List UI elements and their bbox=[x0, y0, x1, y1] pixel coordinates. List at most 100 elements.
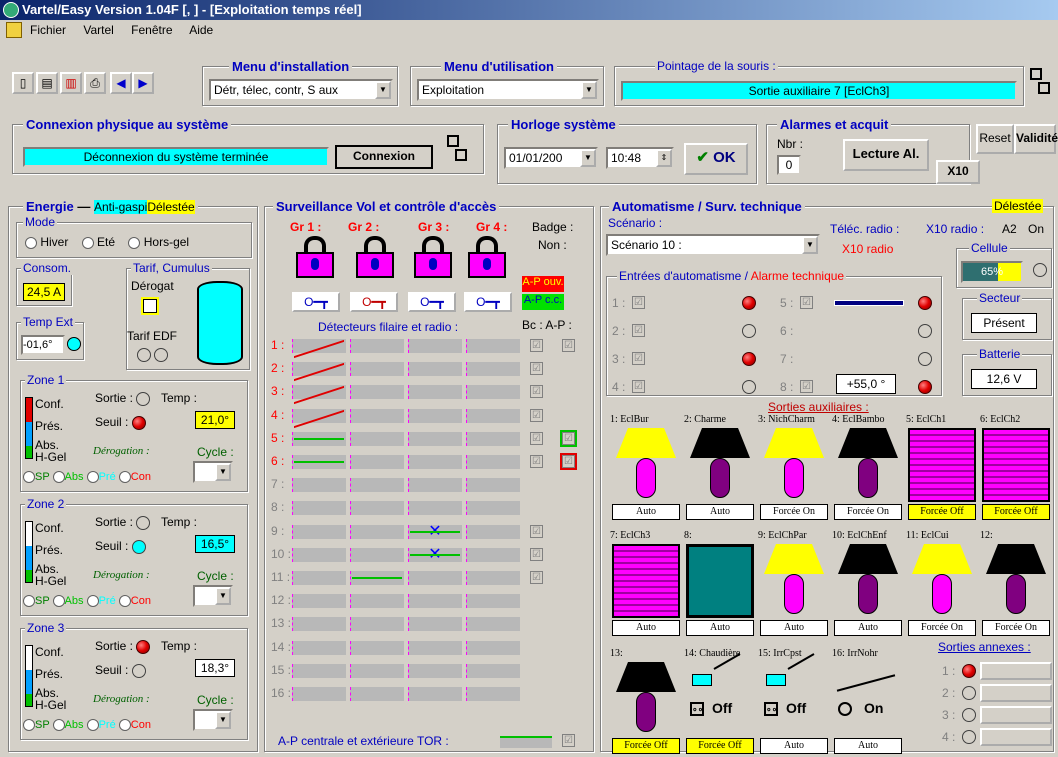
lamp-icon[interactable] bbox=[764, 428, 824, 500]
read-alarms-button[interactable]: Lecture Al. bbox=[843, 139, 929, 171]
output-state-button[interactable]: Forcée Off bbox=[612, 738, 680, 754]
output-state-button[interactable]: Forcée On bbox=[908, 620, 976, 636]
detector-cell[interactable] bbox=[350, 687, 404, 701]
detector-cell[interactable] bbox=[292, 525, 346, 539]
output-state-button[interactable]: Forcée Off bbox=[686, 738, 754, 754]
con-radio[interactable] bbox=[118, 719, 131, 732]
detector-cell[interactable] bbox=[350, 432, 404, 446]
detector-cell[interactable] bbox=[292, 617, 346, 631]
annex-button[interactable] bbox=[980, 662, 1052, 680]
detector-cell[interactable] bbox=[350, 548, 404, 562]
lamp-icon[interactable] bbox=[838, 428, 898, 500]
window-icon[interactable] bbox=[686, 544, 754, 618]
lamp-icon[interactable] bbox=[690, 428, 750, 500]
scenario-select[interactable]: Scénario 10 : ▼ bbox=[606, 234, 820, 256]
lamp-icon[interactable] bbox=[764, 544, 824, 616]
detector-cell[interactable] bbox=[292, 664, 346, 678]
detector-cell[interactable] bbox=[466, 409, 520, 423]
detector-cell[interactable] bbox=[292, 571, 346, 585]
detector-cell[interactable] bbox=[408, 571, 462, 585]
detector-cell[interactable] bbox=[292, 548, 346, 562]
bc-checkbox[interactable]: ☑ bbox=[530, 548, 543, 561]
prev-arrow-icon[interactable]: ◀ bbox=[110, 72, 132, 94]
detector-cell[interactable] bbox=[466, 687, 520, 701]
valve-icon[interactable]: On bbox=[836, 668, 902, 728]
output-state-button[interactable]: Auto bbox=[760, 620, 828, 636]
lock-icon[interactable] bbox=[414, 236, 452, 278]
spinner-icon[interactable]: ⇕ bbox=[656, 149, 672, 167]
reset-button[interactable]: Reset bbox=[976, 124, 1014, 154]
detector-cell[interactable] bbox=[350, 339, 404, 353]
pre-radio[interactable] bbox=[86, 471, 99, 484]
input-checkbox[interactable]: ☑ bbox=[632, 380, 645, 393]
bc-checkbox[interactable]: ☑ bbox=[530, 362, 543, 375]
detector-cell[interactable] bbox=[466, 432, 520, 446]
blind-icon[interactable] bbox=[908, 428, 976, 502]
output-state-button[interactable]: Auto bbox=[612, 620, 680, 636]
ete-radio[interactable] bbox=[81, 236, 94, 249]
key-icon[interactable]: O━┳ bbox=[408, 292, 456, 312]
chevron-down-icon[interactable]: ▼ bbox=[215, 711, 231, 729]
key-icon[interactable]: O━┳ bbox=[350, 292, 398, 312]
detector-cell[interactable] bbox=[350, 617, 404, 631]
key-icon[interactable]: O━┳ bbox=[464, 292, 512, 312]
cycle-select[interactable]: ▼ bbox=[193, 461, 233, 483]
output-state-button[interactable]: Forcée On bbox=[982, 620, 1050, 636]
output-state-button[interactable]: Auto bbox=[612, 504, 680, 520]
detector-cell[interactable] bbox=[350, 664, 404, 678]
detector-cell[interactable] bbox=[408, 478, 462, 492]
ap-checkbox[interactable]: ☑ bbox=[560, 430, 577, 447]
key-icon[interactable]: O━┳ bbox=[292, 292, 340, 312]
cycle-select[interactable]: ▼ bbox=[193, 709, 233, 731]
chevron-down-icon[interactable]: ▼ bbox=[375, 81, 391, 99]
con-radio[interactable] bbox=[118, 471, 131, 484]
detector-cell[interactable] bbox=[466, 548, 520, 562]
sp-radio[interactable] bbox=[23, 471, 35, 484]
menu-app-icon[interactable] bbox=[6, 22, 22, 38]
detector-cell[interactable] bbox=[292, 478, 346, 492]
save-icon[interactable]: ▥ bbox=[60, 72, 82, 94]
detector-cell[interactable] bbox=[350, 478, 404, 492]
output-state-button[interactable]: Forcée On bbox=[834, 504, 902, 520]
x10-button[interactable]: X10 bbox=[936, 160, 980, 184]
menu-fenetre[interactable]: Fenêtre bbox=[131, 23, 172, 37]
pre-radio[interactable] bbox=[86, 595, 99, 608]
blind-icon[interactable] bbox=[982, 428, 1050, 502]
detector-cell[interactable] bbox=[466, 594, 520, 608]
input-checkbox[interactable]: ☑ bbox=[632, 324, 645, 337]
plug-icon[interactable]: ∘∘ Off bbox=[762, 653, 828, 728]
detector-cell[interactable] bbox=[408, 362, 462, 376]
detector-cell[interactable] bbox=[350, 455, 404, 469]
detector-cell[interactable] bbox=[408, 339, 462, 353]
lamp-icon[interactable] bbox=[986, 544, 1046, 616]
output-state-button[interactable]: Forcée On bbox=[760, 504, 828, 520]
output-state-button[interactable]: Auto bbox=[834, 738, 902, 754]
bc-checkbox[interactable]: ☑ bbox=[530, 525, 543, 538]
lamp-icon[interactable] bbox=[912, 544, 972, 616]
bc-checkbox[interactable]: ☑ bbox=[530, 432, 543, 445]
output-state-button[interactable]: Forcée Off bbox=[908, 504, 976, 520]
date-select[interactable]: 01/01/200 ▼ bbox=[504, 147, 598, 169]
annex-button[interactable] bbox=[980, 706, 1052, 724]
next-arrow-icon[interactable]: ▶ bbox=[132, 72, 154, 94]
detector-cell[interactable] bbox=[292, 687, 346, 701]
detector-cell[interactable] bbox=[466, 385, 520, 399]
abs-radio[interactable] bbox=[52, 471, 65, 484]
input-checkbox[interactable]: ☑ bbox=[800, 380, 813, 393]
output-state-button[interactable]: Auto bbox=[686, 504, 754, 520]
detector-cell[interactable] bbox=[408, 664, 462, 678]
derogat-checkbox[interactable] bbox=[143, 299, 157, 313]
detector-cell[interactable] bbox=[466, 617, 520, 631]
lock-icon[interactable] bbox=[356, 236, 394, 278]
annex-button[interactable] bbox=[980, 684, 1052, 702]
chevron-down-icon[interactable]: ▼ bbox=[215, 587, 231, 605]
detector-cell[interactable] bbox=[408, 409, 462, 423]
bc-checkbox[interactable]: ☑ bbox=[530, 455, 543, 468]
detector-cell[interactable] bbox=[350, 594, 404, 608]
detector-cell[interactable] bbox=[466, 664, 520, 678]
blind-icon[interactable] bbox=[612, 544, 680, 618]
bc-checkbox[interactable]: ☑ bbox=[530, 409, 543, 422]
bc-checkbox[interactable]: ☑ bbox=[530, 339, 543, 352]
detector-cell[interactable] bbox=[292, 501, 346, 515]
chevron-down-icon[interactable]: ▼ bbox=[581, 81, 597, 99]
